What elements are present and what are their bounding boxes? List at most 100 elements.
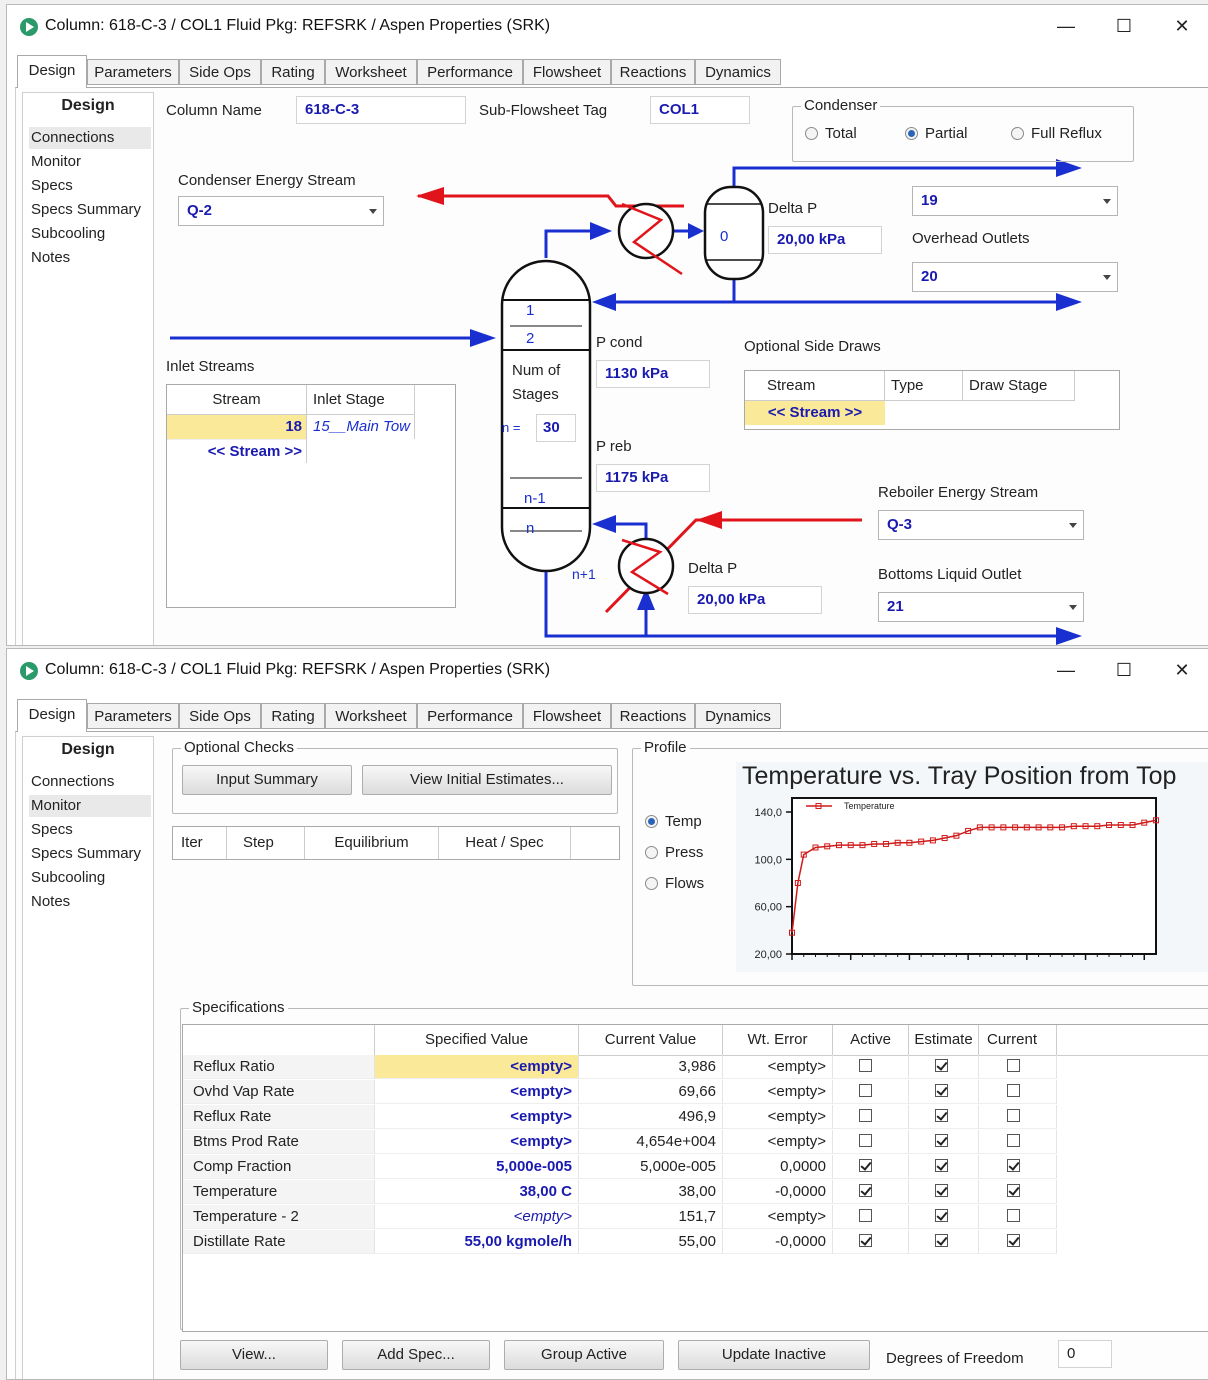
spec-specified-cell[interactable]: 5,000e-005	[375, 1155, 579, 1179]
spec-row[interactable]: Btms Prod Rate <empty> 4,654e+004 <empty>	[183, 1130, 1208, 1154]
input-summary-button[interactable]: Input Summary	[182, 765, 352, 795]
tab-rating[interactable]: Rating	[261, 59, 325, 85]
spec-row[interactable]: Comp Fraction 5,000e-005 5,000e-005 0,0000	[183, 1155, 1208, 1179]
profile-temp-radio[interactable]	[645, 815, 658, 828]
tab-dynamics[interactable]: Dynamics	[695, 59, 781, 85]
spec-estimate-checkbox[interactable]	[935, 1234, 948, 1247]
spec-specified-cell[interactable]: <empty>	[375, 1080, 579, 1104]
nav-item-specs-summary[interactable]: Specs Summary	[29, 843, 151, 865]
tab-design[interactable]: Design	[17, 55, 87, 88]
tab-design[interactable]: Design	[17, 699, 87, 732]
spec-current-checkbox[interactable]	[1007, 1059, 1020, 1072]
spec-active-checkbox[interactable]	[859, 1234, 872, 1247]
bottoms-liquid-combo[interactable]: 21	[878, 592, 1084, 622]
tab-worksheet[interactable]: Worksheet	[325, 59, 417, 85]
spec-specified-cell[interactable]: 38,00 C	[375, 1180, 579, 1204]
inlet-row-stage[interactable]: 15__Main Tow	[307, 415, 415, 439]
reboiler-energy-combo[interactable]: Q-3	[878, 510, 1084, 540]
condenser-partial-radio[interactable]	[905, 127, 918, 140]
spec-active-checkbox[interactable]	[859, 1159, 872, 1172]
spec-estimate-checkbox[interactable]	[935, 1134, 948, 1147]
profile-press-radio[interactable]	[645, 846, 658, 859]
minimize-icon[interactable]: —	[1043, 11, 1089, 41]
spec-current-value-cell[interactable]: 69,66	[579, 1080, 723, 1104]
spec-specified-cell[interactable]: <empty>	[375, 1105, 579, 1129]
side-draw-new-stream-row[interactable]: << Stream >>	[745, 401, 885, 425]
close-icon[interactable]: ✕	[1159, 655, 1205, 685]
bottom-delta-p-field[interactable]: 20,00 kPa	[688, 586, 822, 614]
spec-specified-cell[interactable]: 55,00 kgmole/h	[375, 1230, 579, 1254]
spec-current-checkbox[interactable]	[1007, 1109, 1020, 1122]
spec-active-checkbox[interactable]	[859, 1109, 872, 1122]
spec-wt-error-cell[interactable]: <empty>	[723, 1055, 833, 1079]
spec-row[interactable]: Temperature 38,00 C 38,00 -0,0000	[183, 1180, 1208, 1204]
tab-reactions[interactable]: Reactions	[611, 703, 695, 729]
update-inactive-button[interactable]: Update Inactive	[678, 1340, 870, 1370]
inlet-row-stream[interactable]: 18	[167, 415, 307, 439]
spec-current-checkbox[interactable]	[1007, 1234, 1020, 1247]
spec-current-value-cell[interactable]: 38,00	[579, 1180, 723, 1204]
inlet-new-stream-row[interactable]: << Stream >>	[167, 439, 307, 463]
maximize-icon[interactable]: ☐	[1101, 11, 1147, 41]
spec-active-checkbox[interactable]	[859, 1059, 872, 1072]
spec-specified-cell[interactable]: <empty>	[375, 1130, 579, 1154]
spec-estimate-checkbox[interactable]	[935, 1059, 948, 1072]
p-cond-field[interactable]: 1130 kPa	[596, 360, 710, 388]
view-button[interactable]: View...	[180, 1340, 328, 1370]
spec-wt-error-cell[interactable]: 0,0000	[723, 1155, 833, 1179]
spec-row[interactable]: Temperature - 2 <empty> 151,7 <empty>	[183, 1205, 1208, 1229]
title-bar[interactable]: Column: 618-C-3 / COL1 Fluid Pkg: REFSRK…	[7, 649, 1208, 691]
spec-row[interactable]: Reflux Ratio <empty> 3,986 <empty>	[183, 1055, 1208, 1079]
nav-item-notes[interactable]: Notes	[29, 891, 151, 913]
spec-wt-error-cell[interactable]: -0,0000	[723, 1180, 833, 1204]
spec-current-value-cell[interactable]: 5,000e-005	[579, 1155, 723, 1179]
spec-current-value-cell[interactable]: 496,9	[579, 1105, 723, 1129]
add-spec-button[interactable]: Add Spec...	[342, 1340, 490, 1370]
nav-item-monitor[interactable]: Monitor	[29, 795, 151, 817]
tab-rating[interactable]: Rating	[261, 703, 325, 729]
tab-side-ops[interactable]: Side Ops	[179, 59, 261, 85]
spec-wt-error-cell[interactable]: <empty>	[723, 1105, 833, 1129]
spec-active-checkbox[interactable]	[859, 1134, 872, 1147]
spec-row[interactable]: Distillate Rate 55,00 kgmole/h 55,00 -0,000…	[183, 1230, 1208, 1254]
spec-estimate-checkbox[interactable]	[935, 1109, 948, 1122]
spec-current-value-cell[interactable]: 151,7	[579, 1205, 723, 1229]
num-stages-field[interactable]: 30	[536, 414, 576, 442]
condenser-full-reflux-radio[interactable]	[1011, 127, 1024, 140]
condenser-energy-combo[interactable]: Q-2	[178, 196, 384, 226]
tab-parameters[interactable]: Parameters	[87, 59, 179, 85]
nav-item-specs[interactable]: Specs	[29, 819, 151, 841]
spec-estimate-checkbox[interactable]	[935, 1159, 948, 1172]
tab-flowsheet[interactable]: Flowsheet	[523, 703, 611, 729]
spec-current-checkbox[interactable]	[1007, 1184, 1020, 1197]
view-initial-estimates-button[interactable]: View Initial Estimates...	[362, 765, 612, 795]
spec-estimate-checkbox[interactable]	[935, 1184, 948, 1197]
maximize-icon[interactable]: ☐	[1101, 655, 1147, 685]
vapour-outlet-combo[interactable]: 19	[912, 186, 1118, 216]
spec-current-checkbox[interactable]	[1007, 1159, 1020, 1172]
spec-current-value-cell[interactable]: 55,00	[579, 1230, 723, 1254]
tab-performance[interactable]: Performance	[417, 703, 523, 729]
tab-worksheet[interactable]: Worksheet	[325, 703, 417, 729]
spec-row[interactable]: Ovhd Vap Rate <empty> 69,66 <empty>	[183, 1080, 1208, 1104]
profile-flows-radio[interactable]	[645, 877, 658, 890]
spec-current-value-cell[interactable]: 4,654e+004	[579, 1130, 723, 1154]
tab-performance[interactable]: Performance	[417, 59, 523, 85]
minimize-icon[interactable]: —	[1043, 655, 1089, 685]
column-name-field[interactable]: 618-C-3	[296, 96, 466, 124]
subflowsheet-field[interactable]: COL1	[650, 96, 750, 124]
tab-reactions[interactable]: Reactions	[611, 59, 695, 85]
spec-wt-error-cell[interactable]: <empty>	[723, 1080, 833, 1104]
spec-active-checkbox[interactable]	[859, 1184, 872, 1197]
p-reb-field[interactable]: 1175 kPa	[596, 464, 710, 492]
spec-current-value-cell[interactable]: 3,986	[579, 1055, 723, 1079]
spec-specified-cell[interactable]: <empty>	[375, 1055, 579, 1079]
spec-wt-error-cell[interactable]: <empty>	[723, 1130, 833, 1154]
nav-item-connections[interactable]: Connections	[29, 771, 151, 793]
spec-specified-cell[interactable]: <empty>	[375, 1205, 579, 1229]
liquid-outlet-combo[interactable]: 20	[912, 262, 1118, 292]
tab-dynamics[interactable]: Dynamics	[695, 703, 781, 729]
spec-estimate-checkbox[interactable]	[935, 1209, 948, 1222]
condenser-total-radio[interactable]	[805, 127, 818, 140]
spec-active-checkbox[interactable]	[859, 1209, 872, 1222]
